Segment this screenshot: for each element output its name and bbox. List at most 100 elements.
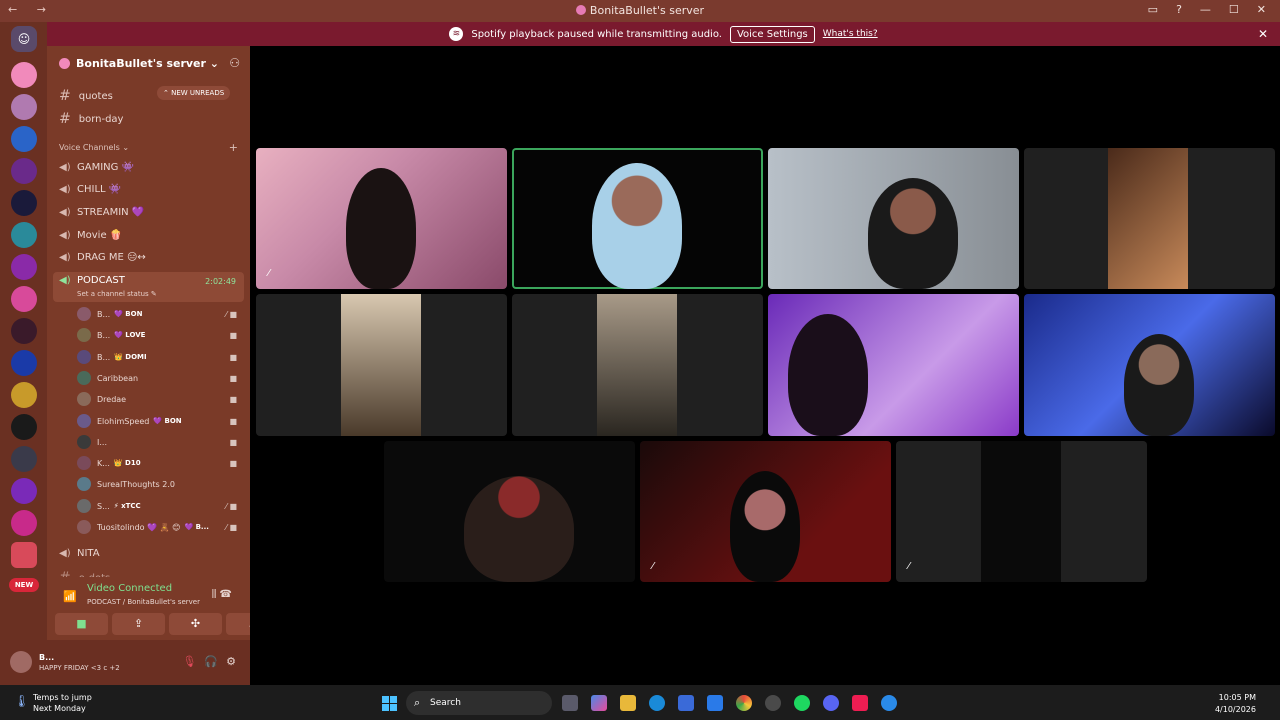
discord-taskbar-icon[interactable] — [823, 695, 839, 711]
channel-quotes[interactable]: # quotes — [59, 88, 113, 104]
system-clock[interactable]: 10:05 PM 4/10/2026 — [1215, 692, 1256, 716]
member-row[interactable]: Caribbean ■ — [77, 369, 247, 387]
video-tile[interactable]: ⁄ — [896, 441, 1147, 582]
speaker-icon: ◀) — [59, 275, 71, 286]
member-row[interactable]: Dredae ■ — [77, 390, 247, 408]
discord-home-icon[interactable]: ☺ — [11, 26, 37, 52]
channel-born-day[interactable]: # born-day — [59, 111, 123, 127]
server-icon-11[interactable] — [11, 382, 37, 408]
member-tag: 💜 B... — [184, 523, 209, 531]
weather-widget[interactable]: Temps to jump Next Monday — [33, 692, 92, 714]
mail-icon[interactable] — [707, 695, 723, 711]
server-icon-8[interactable] — [11, 286, 37, 312]
server-icon-15[interactable] — [11, 510, 37, 536]
voice-channel-chill[interactable]: ◀) CHILL 👾 — [59, 184, 121, 195]
camera-button[interactable]: ■ — [55, 613, 108, 635]
noise-disconnect-icons[interactable]: ⫼ ☎ — [212, 589, 232, 600]
twitch-server-icon[interactable] — [11, 254, 37, 280]
github-icon[interactable] — [765, 695, 781, 711]
server-icon-3[interactable] — [11, 126, 37, 152]
edge-icon[interactable] — [649, 695, 665, 711]
voice-settings-button[interactable]: Voice Settings — [729, 25, 815, 43]
weather-icon[interactable]: 🌡 — [14, 694, 29, 708]
server-icon-14[interactable] — [11, 478, 37, 504]
headphones-icon[interactable]: 🎧 — [204, 655, 218, 668]
member-row[interactable]: I... ■ — [77, 433, 247, 451]
member-row[interactable]: B... 💜 LOVE ■ — [77, 326, 247, 344]
member-tag: 💜 BON — [114, 310, 143, 318]
video-tile[interactable]: ⁄ — [256, 148, 507, 289]
mic-muted-icon[interactable]: 🎙 — [182, 655, 196, 668]
minimize-button[interactable]: — — [1200, 3, 1211, 16]
server-icon-10[interactable] — [11, 350, 37, 376]
video-tile[interactable] — [1024, 148, 1275, 289]
store-icon[interactable] — [678, 695, 694, 711]
server-icon-1[interactable] — [11, 62, 37, 88]
video-tile[interactable] — [768, 148, 1019, 289]
server-icon-4[interactable] — [11, 158, 37, 184]
video-tile[interactable] — [512, 148, 763, 289]
maximize-button[interactable]: ☐ — [1229, 3, 1239, 16]
spotify-taskbar-icon[interactable] — [794, 695, 810, 711]
member-row[interactable]: ElohimSpeed 💜 BON ■ — [77, 412, 247, 430]
video-tile[interactable]: ⁄ — [640, 441, 891, 582]
avatar — [77, 392, 91, 406]
close-window-button[interactable]: ✕ — [1257, 3, 1266, 16]
member-row[interactable]: B... 👑 DOMI ■ — [77, 348, 247, 366]
start-button[interactable] — [382, 696, 397, 711]
server-icon-16[interactable] — [11, 542, 37, 568]
voice-channel-podcast[interactable]: ◀) PODCAST Set a channel status ✎ 2:02:4… — [53, 272, 244, 302]
activities-button[interactable]: ✣ — [169, 613, 222, 635]
voice-location[interactable]: PODCAST / BonitaBullet's server — [87, 598, 200, 606]
tiktok-icon[interactable] — [852, 695, 868, 711]
video-tile[interactable] — [384, 441, 635, 582]
voice-channel-streamin[interactable]: ◀) STREAMIN 💜 — [59, 207, 144, 218]
clock-date: 4/10/2026 — [1214, 705, 1256, 714]
member-row[interactable]: K... 👑 D10 ■ — [77, 454, 247, 472]
copilot-icon[interactable] — [591, 695, 607, 711]
voice-channel-gaming[interactable]: ◀) GAMING 👾 — [59, 162, 134, 173]
windows-taskbar: 🌡 Temps to jump Next Monday Search 10:05… — [0, 685, 1280, 720]
voice-connection-panel: 📶 Video Connected PODCAST / BonitaBullet… — [47, 577, 279, 639]
inbox-icon[interactable]: ▭ — [1148, 3, 1158, 16]
participant-figure — [464, 476, 574, 582]
taskbar-search[interactable]: Search — [406, 691, 552, 715]
voice-category[interactable]: Voice Channels ⌄ — [59, 143, 129, 152]
server-icon-2[interactable] — [11, 94, 37, 120]
member-row[interactable]: SurealThoughts 2.0 — [77, 475, 247, 493]
task-view-icon[interactable] — [562, 695, 578, 711]
chrome-icon[interactable] — [736, 695, 752, 711]
video-tile[interactable] — [1024, 294, 1275, 436]
server-icon-6[interactable] — [11, 222, 37, 248]
video-tile[interactable] — [256, 294, 507, 436]
invite-people-icon[interactable]: ⚇ — [229, 56, 240, 70]
file-explorer-icon[interactable] — [620, 695, 636, 711]
channel-status[interactable]: Set a channel status ✎ — [77, 290, 157, 298]
server-icon-12[interactable] — [11, 414, 37, 440]
add-channel-icon[interactable]: + — [229, 141, 238, 154]
member-row[interactable]: B... 💜 BON ⁄ ■ — [77, 305, 247, 323]
screen-share-button[interactable]: ⇪ — [112, 613, 165, 635]
help-icon[interactable]: ? — [1176, 3, 1182, 16]
voice-channel-drag-me[interactable]: ◀) DRAG ME 😑↔ — [59, 252, 146, 263]
voice-status[interactable]: Video Connected — [87, 583, 172, 594]
voice-channel-nita[interactable]: ◀) NITA — [59, 548, 100, 559]
app-icon[interactable] — [881, 695, 897, 711]
server-icon-9[interactable] — [11, 318, 37, 344]
video-tile[interactable] — [768, 294, 1019, 436]
server-header[interactable]: BonitaBullet's server ⌄ ⚇ — [47, 46, 250, 80]
whats-this-link[interactable]: What's this? — [823, 29, 878, 39]
server-icon-5[interactable] — [11, 190, 37, 216]
close-banner-icon[interactable]: ✕ — [1258, 27, 1268, 41]
member-row[interactable]: Tuositolindo 💜 🧸 😊 💜 B... ⁄ ■ — [77, 518, 247, 536]
new-unreads-pill[interactable]: ⌃ NEW UNREADS — [157, 86, 231, 100]
video-tile[interactable] — [512, 294, 763, 436]
avatar — [77, 477, 91, 491]
member-row[interactable]: S... ⚡ xTCC ⁄ ■ — [77, 497, 247, 515]
camera-icon: ■ — [229, 352, 237, 362]
user-avatar[interactable] — [10, 651, 32, 673]
settings-gear-icon[interactable]: ⚙ — [226, 655, 236, 668]
server-icon-13[interactable] — [11, 446, 37, 472]
weather-line-2: Next Monday — [33, 704, 86, 713]
voice-channel-movie[interactable]: ◀) Movie 🍿 — [59, 230, 122, 241]
